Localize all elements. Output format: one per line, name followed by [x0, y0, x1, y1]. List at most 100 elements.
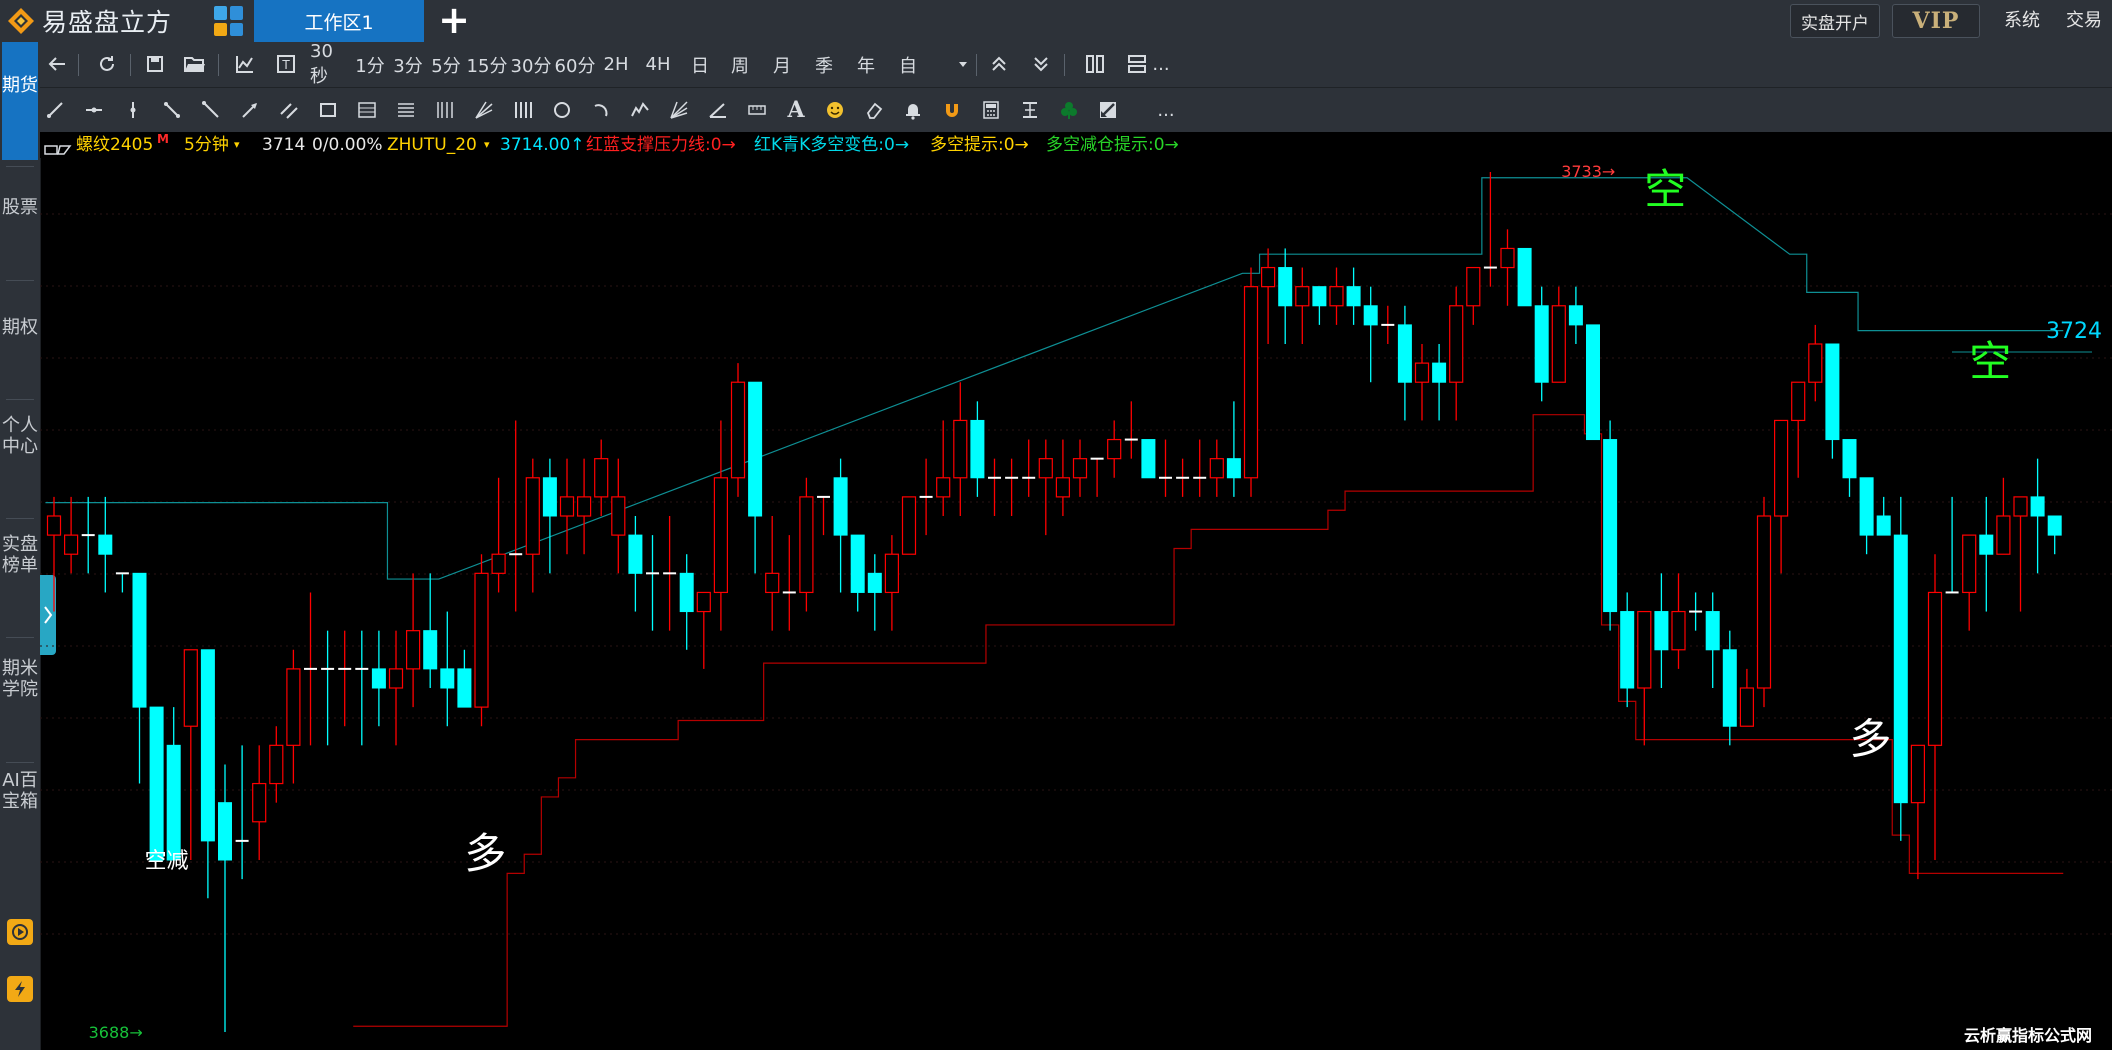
candle[interactable] — [166, 707, 181, 861]
candle[interactable] — [1962, 534, 1977, 631]
period-dropdown-icon[interactable] — [950, 51, 976, 77]
fib-fan-icon[interactable] — [471, 97, 497, 123]
sidebar-item-live-ranking[interactable]: 实盘榜单 — [2, 534, 38, 576]
candle[interactable] — [525, 458, 540, 593]
candle[interactable] — [628, 516, 643, 612]
candle[interactable] — [304, 592, 317, 746]
candle[interactable] — [713, 420, 729, 631]
vertical-line-icon[interactable] — [120, 97, 146, 123]
period-7-button[interactable]: 2H — [596, 42, 636, 87]
candle[interactable] — [132, 572, 147, 784]
zoom-out-icon[interactable] — [1028, 51, 1054, 77]
candle[interactable] — [2047, 515, 2062, 555]
rectangle-icon[interactable] — [315, 97, 341, 123]
vip-button[interactable]: VIP — [1892, 4, 1980, 38]
candle[interactable] — [1363, 286, 1378, 383]
layout-columns-icon[interactable] — [1082, 51, 1108, 77]
candle[interactable] — [1397, 305, 1412, 421]
line-icon[interactable] — [42, 97, 68, 123]
candle[interactable] — [850, 534, 865, 612]
candle[interactable] — [474, 554, 489, 727]
candle[interactable] — [2030, 458, 2045, 574]
candle[interactable] — [953, 382, 968, 516]
candle[interactable] — [748, 381, 763, 574]
period-0-button[interactable]: 30秒 — [310, 41, 350, 87]
candle[interactable] — [440, 611, 455, 727]
period-3-button[interactable]: 5分 — [426, 42, 466, 87]
candle[interactable] — [1329, 267, 1344, 325]
candle[interactable] — [371, 630, 386, 727]
candle[interactable] — [663, 516, 677, 631]
candle[interactable] — [970, 401, 985, 497]
candle[interactable] — [988, 458, 1001, 516]
back-icon[interactable] — [44, 51, 70, 77]
horizontal-segment-icon[interactable] — [81, 97, 107, 123]
zoom-in-icon[interactable] — [986, 51, 1012, 77]
candle[interactable] — [1671, 573, 1686, 669]
candle[interactable] — [149, 706, 164, 861]
candle[interactable] — [1483, 172, 1497, 287]
candle[interactable] — [1295, 267, 1310, 344]
candle[interactable] — [64, 496, 79, 574]
wave-icon[interactable] — [627, 97, 653, 123]
candle[interactable] — [183, 649, 198, 860]
candle[interactable] — [355, 630, 369, 746]
candle[interactable] — [1945, 496, 1959, 594]
lightning-icon[interactable] — [7, 976, 33, 1002]
candle[interactable] — [491, 477, 506, 593]
candle[interactable] — [782, 535, 796, 631]
trend-line-icon[interactable] — [159, 97, 185, 123]
play-video-icon[interactable] — [7, 919, 33, 945]
candle[interactable] — [1260, 248, 1276, 344]
sidebar-item-stocks[interactable]: 股票 — [2, 197, 38, 218]
period-selector[interactable]: 5分钟 — [184, 132, 229, 158]
candle[interactable] — [1620, 592, 1635, 708]
candle[interactable] — [799, 477, 814, 612]
candle[interactable] — [611, 458, 626, 574]
candle[interactable] — [1193, 439, 1207, 497]
candle[interactable] — [218, 764, 232, 1032]
candle[interactable] — [406, 573, 421, 708]
period-1-button[interactable]: 1分 — [350, 42, 390, 87]
candle[interactable] — [1654, 573, 1669, 688]
candle[interactable] — [1722, 630, 1737, 746]
candle[interactable] — [542, 458, 557, 574]
period-lines-icon[interactable] — [510, 97, 536, 123]
candle[interactable] — [1534, 286, 1549, 402]
candle[interactable] — [1432, 344, 1447, 421]
candle[interactable] — [730, 363, 746, 497]
ruler-icon[interactable] — [744, 97, 770, 123]
period-11-button[interactable]: 月 — [762, 42, 802, 87]
period-4-button[interactable]: 15分 — [464, 42, 510, 87]
candle[interactable] — [1278, 248, 1293, 344]
angle-icon[interactable] — [705, 97, 731, 123]
magnet-icon[interactable] — [939, 97, 965, 123]
candle[interactable] — [696, 591, 711, 669]
tab-workspace-1[interactable]: 工作区1 — [254, 0, 424, 42]
parallel-lines-icon[interactable] — [276, 97, 302, 123]
link-chain-icon[interactable] — [44, 139, 72, 155]
candle[interactable] — [46, 496, 62, 612]
arc-icon[interactable] — [588, 97, 614, 123]
fib-retracement-icon[interactable] — [393, 97, 419, 123]
sidebar-item-personal-center[interactable]: 个人中心 — [2, 415, 38, 457]
hide-drawings-icon[interactable] — [1095, 97, 1121, 123]
candle[interactable] — [1226, 401, 1241, 497]
period-8-button[interactable]: 4H — [638, 42, 678, 87]
gann-box-icon[interactable] — [354, 97, 380, 123]
candle[interactable] — [1449, 286, 1464, 421]
drawing-more-button[interactable]: ... — [1146, 88, 1186, 132]
candle[interactable] — [457, 649, 472, 708]
symbol-name[interactable]: 螺纹2405 — [76, 132, 153, 158]
candle[interactable] — [200, 649, 215, 899]
candle[interactable] — [1773, 419, 1789, 574]
speed-fan-icon[interactable] — [666, 97, 692, 123]
candle[interactable] — [1979, 496, 1994, 612]
period-2-button[interactable]: 3分 — [388, 42, 428, 87]
candle[interactable] — [1312, 286, 1327, 325]
circle-icon[interactable] — [549, 97, 575, 123]
arrow-line-icon[interactable] — [237, 97, 263, 123]
indicator-icon[interactable] — [232, 51, 258, 77]
candle[interactable] — [1808, 324, 1823, 402]
refresh-icon[interactable] — [94, 51, 120, 77]
